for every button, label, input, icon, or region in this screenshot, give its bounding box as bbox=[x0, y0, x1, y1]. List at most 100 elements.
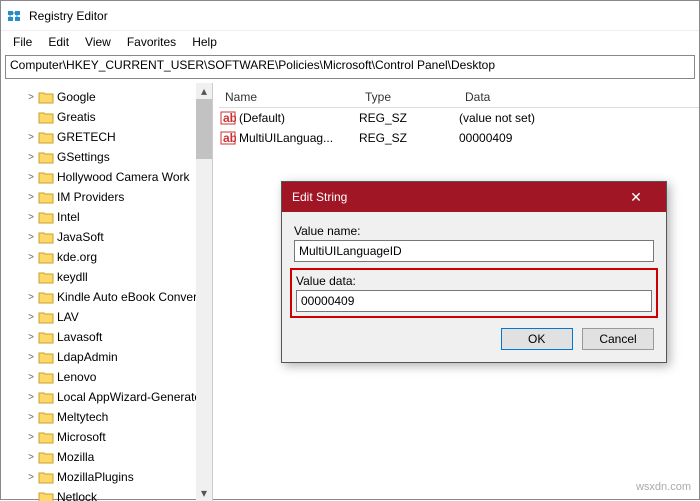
tree-item[interactable]: Netlock bbox=[3, 487, 212, 501]
edit-string-dialog: Edit String ✕ Value name: Value data: OK… bbox=[281, 181, 667, 363]
tree-item[interactable]: > MozillaPlugins bbox=[3, 467, 212, 487]
tree-pane: >GoogleGreatis>GRETECH>GSettings>Hollywo… bbox=[1, 83, 213, 501]
expand-icon[interactable]: > bbox=[25, 92, 37, 103]
folder-icon bbox=[38, 270, 54, 284]
address-bar[interactable]: Computer\HKEY_CURRENT_USER\SOFTWARE\Poli… bbox=[5, 55, 695, 79]
tree-item[interactable]: > GSettings bbox=[3, 147, 212, 167]
tree-item[interactable]: keydll bbox=[3, 267, 212, 287]
expand-icon[interactable]: > bbox=[25, 192, 37, 203]
scroll-up-icon[interactable]: ▴ bbox=[196, 83, 212, 99]
tree-item[interactable]: >JavaSoft bbox=[3, 227, 212, 247]
tree-item-label: LAV bbox=[57, 310, 79, 324]
string-value-icon: ab bbox=[219, 110, 237, 126]
value-name-label: Value name: bbox=[294, 224, 654, 238]
tree-item[interactable]: > Mozilla bbox=[3, 447, 212, 467]
expand-icon[interactable]: > bbox=[25, 152, 37, 163]
tree-item[interactable]: > Kindle Auto eBook Convert bbox=[3, 287, 212, 307]
menu-file[interactable]: File bbox=[5, 33, 40, 51]
menu-edit[interactable]: Edit bbox=[40, 33, 77, 51]
expand-icon[interactable]: > bbox=[25, 352, 37, 363]
col-data-header[interactable]: Data bbox=[459, 87, 699, 107]
tree-item-label: Meltytech bbox=[57, 410, 108, 424]
tree-item-label: Local AppWizard-Generated bbox=[57, 390, 208, 404]
expand-icon[interactable]: > bbox=[25, 132, 37, 143]
cell-type: REG_SZ bbox=[359, 111, 459, 125]
list-row[interactable]: abMultiUILanguag...REG_SZ00000409 bbox=[219, 128, 699, 148]
cell-name: MultiUILanguag... bbox=[237, 131, 359, 145]
tree-item[interactable]: > Hollywood Camera Work bbox=[3, 167, 212, 187]
expand-icon[interactable]: > bbox=[25, 232, 37, 243]
tree-item[interactable]: > LdapAdmin bbox=[3, 347, 212, 367]
folder-icon bbox=[38, 230, 54, 244]
tree-item[interactable]: > Intel bbox=[3, 207, 212, 227]
folder-icon bbox=[38, 490, 54, 501]
tree-item-label: MozillaPlugins bbox=[57, 470, 134, 484]
list-row[interactable]: ab(Default)REG_SZ(value not set) bbox=[219, 108, 699, 128]
folder-icon bbox=[38, 350, 54, 364]
tree-item-label: Google bbox=[57, 90, 96, 104]
cancel-button[interactable]: Cancel bbox=[582, 328, 654, 350]
tree-item[interactable]: >Microsoft bbox=[3, 427, 212, 447]
tree-item-label: GSettings bbox=[57, 150, 110, 164]
scroll-thumb[interactable] bbox=[196, 99, 212, 159]
tree-item-label: Kindle Auto eBook Convert bbox=[57, 290, 200, 304]
tree-item-label: LdapAdmin bbox=[57, 350, 118, 364]
tree-item[interactable]: Greatis bbox=[3, 107, 212, 127]
tree-item[interactable]: > Google bbox=[3, 87, 212, 107]
svg-text:ab: ab bbox=[223, 111, 236, 125]
expand-icon[interactable]: > bbox=[25, 172, 37, 183]
tree-item-label: IM Providers bbox=[57, 190, 124, 204]
svg-text:ab: ab bbox=[223, 131, 236, 145]
tree-item-label: Greatis bbox=[57, 110, 96, 124]
expand-icon[interactable]: > bbox=[25, 412, 37, 423]
expand-icon[interactable]: > bbox=[25, 392, 37, 403]
tree-item[interactable]: > IM Providers bbox=[3, 187, 212, 207]
tree-item-label: Netlock bbox=[57, 490, 97, 501]
tree-item[interactable]: > kde.org bbox=[3, 247, 212, 267]
menu-view[interactable]: View bbox=[77, 33, 119, 51]
tree-item-label: kde.org bbox=[57, 250, 97, 264]
dialog-titlebar[interactable]: Edit String ✕ bbox=[282, 182, 666, 212]
tree-item-label: Hollywood Camera Work bbox=[57, 170, 190, 184]
menu-favorites[interactable]: Favorites bbox=[119, 33, 184, 51]
menu-bar: File Edit View Favorites Help bbox=[1, 31, 699, 53]
tree-scrollbar[interactable]: ▴ ▾ bbox=[196, 83, 212, 501]
tree-item-label: keydll bbox=[57, 270, 88, 284]
dialog-title: Edit String bbox=[292, 190, 347, 204]
tree-item-label: Intel bbox=[57, 210, 80, 224]
folder-icon bbox=[38, 310, 54, 324]
folder-icon bbox=[38, 130, 54, 144]
string-value-icon: ab bbox=[219, 130, 237, 146]
tree-item[interactable]: >GRETECH bbox=[3, 127, 212, 147]
close-icon[interactable]: ✕ bbox=[616, 182, 656, 212]
expand-icon[interactable]: > bbox=[25, 312, 37, 323]
folder-icon bbox=[38, 470, 54, 484]
value-name-input[interactable] bbox=[294, 240, 654, 262]
folder-icon bbox=[38, 370, 54, 384]
tree-item[interactable]: >Lavasoft bbox=[3, 327, 212, 347]
folder-icon bbox=[38, 390, 54, 404]
expand-icon[interactable]: > bbox=[25, 452, 37, 463]
expand-icon[interactable]: > bbox=[25, 292, 37, 303]
folder-icon bbox=[38, 430, 54, 444]
watermark: wsxdn.com bbox=[636, 481, 691, 493]
tree-item[interactable]: > LAV bbox=[3, 307, 212, 327]
expand-icon[interactable]: > bbox=[25, 432, 37, 443]
expand-icon[interactable]: > bbox=[25, 332, 37, 343]
tree-item-label: Mozilla bbox=[57, 450, 94, 464]
folder-icon bbox=[38, 450, 54, 464]
col-type-header[interactable]: Type bbox=[359, 87, 459, 107]
expand-icon[interactable]: > bbox=[25, 252, 37, 263]
menu-help[interactable]: Help bbox=[184, 33, 225, 51]
col-name-header[interactable]: Name bbox=[219, 87, 359, 107]
scroll-down-icon[interactable]: ▾ bbox=[196, 485, 212, 501]
expand-icon[interactable]: > bbox=[25, 372, 37, 383]
tree-item[interactable]: > Meltytech bbox=[3, 407, 212, 427]
expand-icon[interactable]: > bbox=[25, 212, 37, 223]
tree-item[interactable]: >Lenovo bbox=[3, 367, 212, 387]
tree-item[interactable]: > Local AppWizard-Generated bbox=[3, 387, 212, 407]
expand-icon[interactable]: > bbox=[25, 472, 37, 483]
value-data-input[interactable] bbox=[296, 290, 652, 312]
ok-button[interactable]: OK bbox=[501, 328, 573, 350]
cell-data: 00000409 bbox=[459, 131, 699, 145]
